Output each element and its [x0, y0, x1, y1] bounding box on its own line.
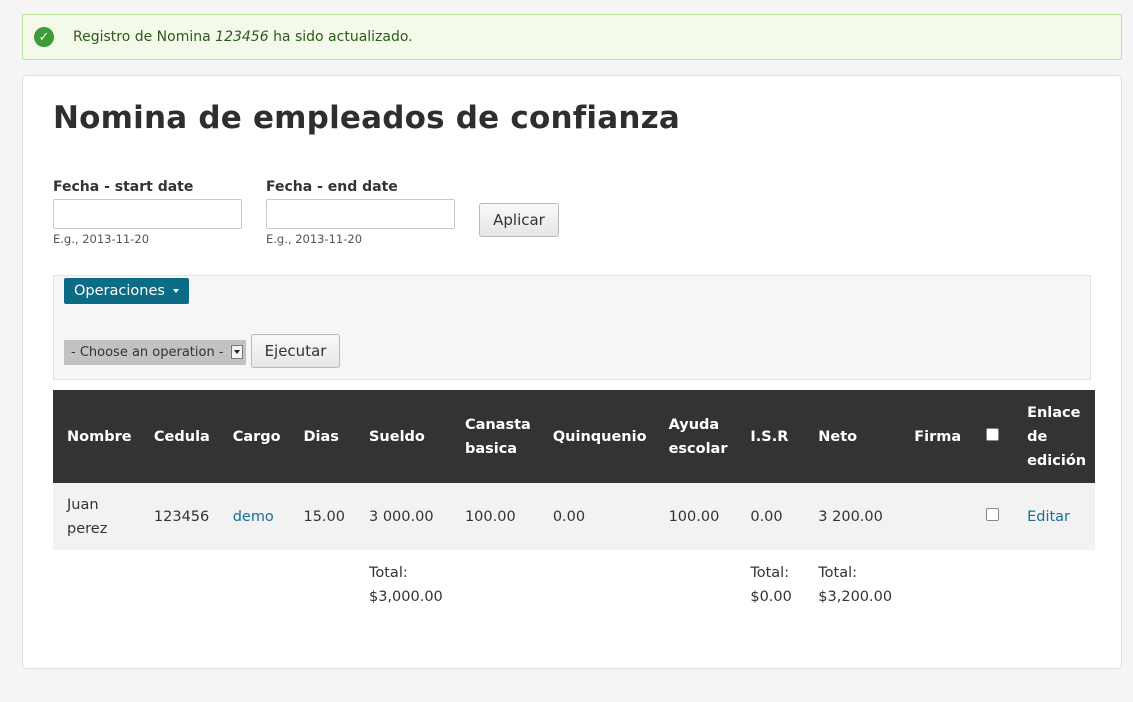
execute-button[interactable]: Ejecutar — [251, 334, 340, 368]
end-date-label: Fecha - end date — [266, 179, 398, 195]
cell-neto: 3 200.00 — [818, 508, 883, 525]
status-message: ✓ Registro de Nomina 123456 ha sido actu… — [22, 14, 1122, 60]
select-all-checkbox[interactable] — [986, 427, 1000, 441]
cell-select — [972, 483, 1013, 550]
end-date-filter: Fecha - end date E.g., 2013-11-20 — [266, 179, 455, 246]
page-title: Nomina de empleados de confianza — [53, 100, 680, 136]
cell-ayuda: 100.00 — [668, 508, 720, 525]
col-neto[interactable]: Neto — [804, 390, 900, 483]
col-nombre[interactable]: Nombre — [53, 390, 140, 483]
col-cargo[interactable]: Cargo — [219, 390, 290, 483]
dropdown-arrow-icon — [231, 345, 243, 359]
col-ayuda[interactable]: Ayuda escolar — [655, 390, 737, 483]
operation-select-value: - Choose an operation - — [71, 345, 224, 360]
col-quinquenio[interactable]: Quinquenio — [539, 390, 655, 483]
edit-link[interactable]: Editar — [1027, 509, 1070, 525]
col-canasta[interactable]: Canasta basica — [451, 390, 539, 483]
totals-row: Total: $3,000.00 Total: $0.00 Total: $3,200… — [53, 550, 1095, 620]
cell-isr: 0.00 — [750, 508, 783, 525]
col-cedula[interactable]: Cedula — [140, 390, 219, 483]
col-dias[interactable]: Dias — [289, 390, 355, 483]
col-firma: Firma — [914, 428, 962, 445]
col-isr[interactable]: I.S.R — [736, 390, 804, 483]
operations-toggle[interactable]: Operaciones — [64, 278, 189, 304]
status-text: Registro de Nomina 123456 ha sido actual… — [73, 29, 413, 45]
status-record-id: 123456 — [215, 29, 269, 45]
col-enlace: Enlace de edición — [1027, 404, 1087, 469]
end-date-hint: E.g., 2013-11-20 — [266, 232, 363, 246]
total-sueldo: Total: $3,000.00 — [368, 565, 443, 605]
cell-edit: Editar — [1013, 483, 1095, 550]
table-row: Juan perez 123456 demo 15.00 3 000.00 100… — [53, 483, 1095, 550]
cell-nombre: Juan perez — [67, 496, 108, 537]
cell-dias: 15.00 — [303, 508, 345, 525]
caret-down-icon — [172, 289, 179, 293]
cell-quinquenio: 0.00 — [552, 508, 586, 525]
apply-button[interactable]: Aplicar — [479, 203, 559, 237]
start-date-input[interactable] — [53, 199, 242, 229]
operations-label: Operaciones — [74, 283, 165, 299]
total-isr: Total: $0.00 — [750, 565, 792, 605]
cell-cedula: 123456 — [153, 508, 210, 525]
content-panel: Nomina de empleados de confianza Fecha -… — [22, 75, 1122, 669]
cell-sueldo: 3 000.00 — [368, 508, 434, 525]
operation-select[interactable]: - Choose an operation - — [64, 340, 246, 365]
payroll-table: Nombre Cedula Cargo Dias Sueldo Canasta b… — [53, 390, 1095, 620]
col-sueldo[interactable]: Sueldo — [355, 390, 451, 483]
total-neto: Total: $3,200.00 — [818, 565, 893, 605]
col-select-all — [972, 390, 1013, 483]
row-checkbox[interactable] — [986, 507, 1000, 521]
cell-cargo: demo — [219, 483, 290, 550]
start-date-filter: Fecha - start date E.g., 2013-11-20 — [53, 179, 242, 246]
end-date-input[interactable] — [266, 199, 455, 229]
cargo-link[interactable]: demo — [233, 509, 274, 525]
cell-canasta: 100.00 — [464, 508, 516, 525]
table-header-row: Nombre Cedula Cargo Dias Sueldo Canasta b… — [53, 390, 1095, 483]
check-circle-icon: ✓ — [34, 27, 54, 47]
start-date-label: Fecha - start date — [53, 179, 194, 195]
start-date-hint: E.g., 2013-11-20 — [53, 232, 150, 246]
operations-bar: Operaciones - Choose an operation - Ejec… — [53, 275, 1091, 380]
cell-firma — [900, 483, 972, 550]
